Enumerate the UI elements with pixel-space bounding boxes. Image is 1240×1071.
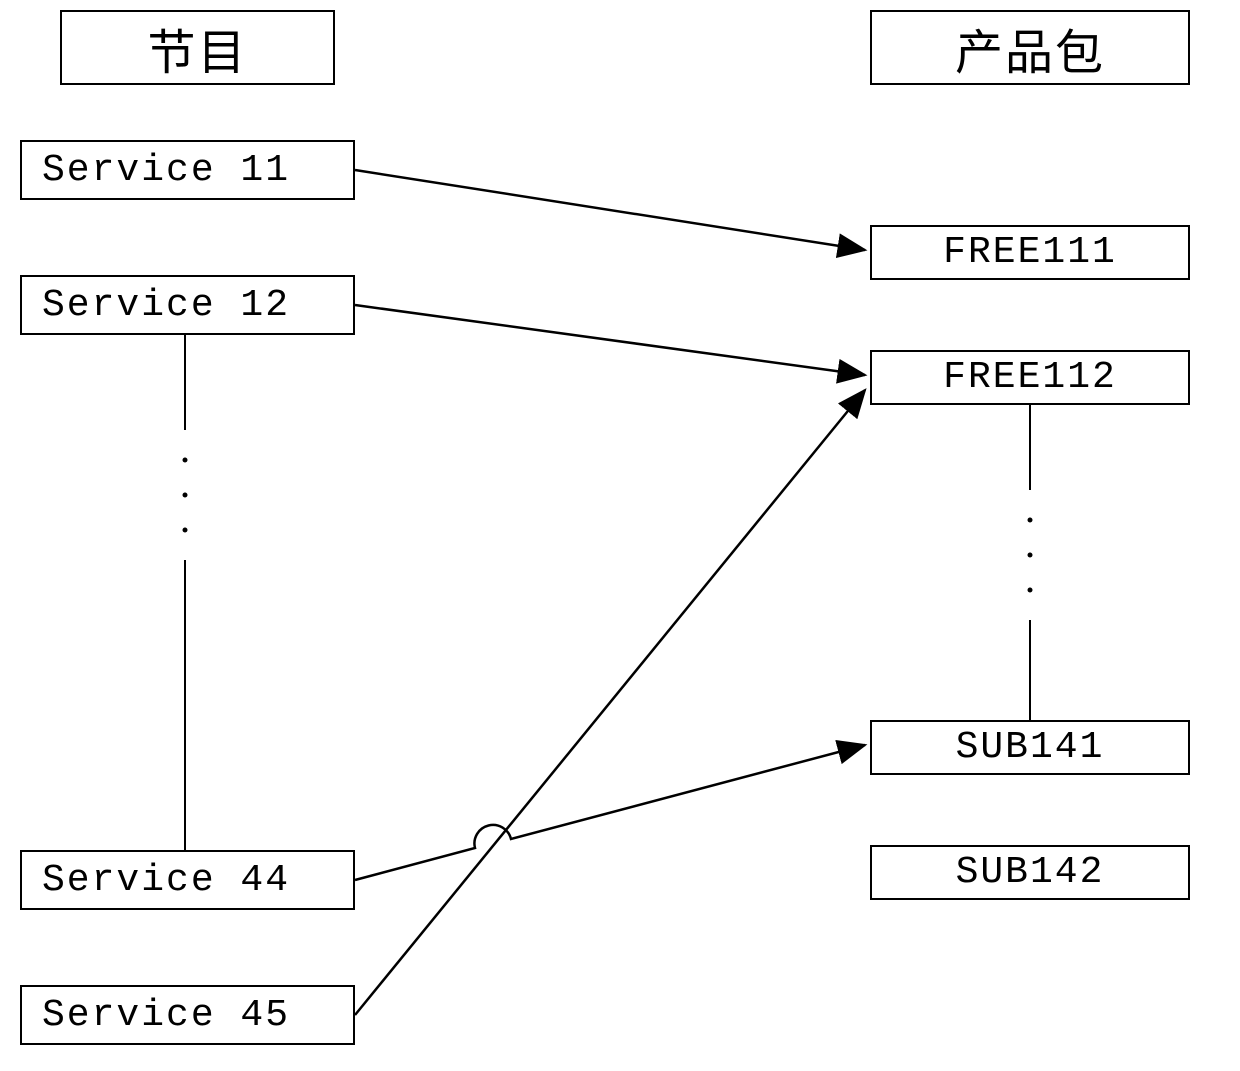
package-box: FREE112 — [870, 350, 1190, 405]
service-box: Service 11 — [20, 140, 355, 200]
arrow-s45-free112 — [355, 390, 865, 1015]
arrow-s12-free112 — [355, 305, 865, 375]
header-left: 节目 — [60, 10, 335, 85]
arrow-s11-free111 — [355, 170, 865, 250]
header-right: 产品包 — [870, 10, 1190, 85]
service-box: Service 45 — [20, 985, 355, 1045]
package-box: SUB141 — [870, 720, 1190, 775]
package-box: SUB142 — [870, 845, 1190, 900]
service-box: Service 44 — [20, 850, 355, 910]
package-box: FREE111 — [870, 225, 1190, 280]
service-box: Service 12 — [20, 275, 355, 335]
arrow-s44-sub141 — [355, 745, 865, 880]
